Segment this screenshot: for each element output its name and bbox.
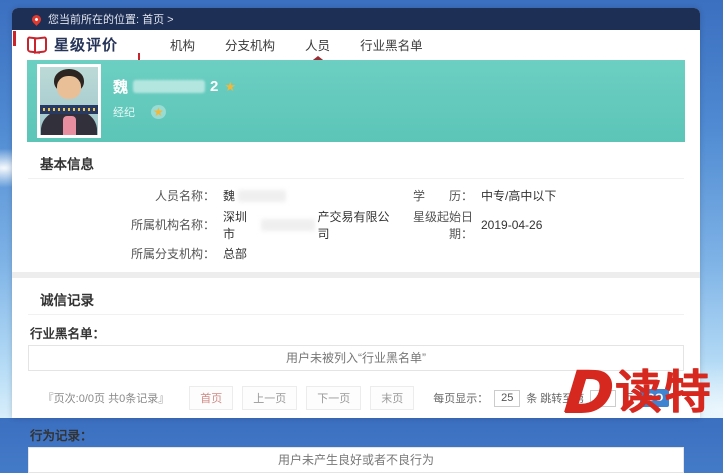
basic-info-title: 基本信息 <box>28 149 684 179</box>
person-name-label: 人员名称： <box>28 187 215 204</box>
first-page-button[interactable]: 首页 <box>189 386 233 410</box>
behavior-empty-box: 用户未产生良好或者不良行为 <box>28 447 684 473</box>
behavior-empty-text: 用户未产生良好或者不良行为 <box>278 453 434 467</box>
page-summary: 『页次:0/0页 共0条记录』 <box>43 390 170 406</box>
integrity-title: 诚信记录 <box>28 285 684 315</box>
education-value: 中专/高中以下 <box>481 187 556 204</box>
profile-banner: 魏 2 ★ 经纪 ★ <box>27 60 685 142</box>
branch-value: 总部 <box>223 245 401 262</box>
tab-personnel[interactable]: 人员 <box>303 29 332 60</box>
redaction-blur <box>261 219 316 231</box>
breadcrumb: 您当前所在的位置: 首页 > <box>48 11 174 27</box>
star-icon: ★ <box>224 79 236 95</box>
pagination: 『页次:0/0页 共0条记录』 首页 上一页 下一页 末页 每页显示： 条 跳转… <box>28 387 684 409</box>
brand-label: 星级评价 <box>54 34 118 55</box>
redaction-blur <box>133 80 205 93</box>
person-name-value: 魏 <box>223 187 401 204</box>
location-pin-icon <box>30 13 43 26</box>
redaction-blur <box>238 190 286 202</box>
integrity-section: 诚信记录 行业黑名单： 用户未被列入“行业黑名单” 『页次:0/0页 共0条记录… <box>12 285 700 473</box>
tab-branch-institution[interactable]: 分支机构 <box>223 29 277 60</box>
tab-institution[interactable]: 机构 <box>168 29 197 60</box>
star-date-label: 星级起始日期： <box>401 208 473 242</box>
profile-name: 魏 2 ★ <box>113 76 236 97</box>
main-panel: 您当前所在的位置: 首页 > 星级评价 机构 分支机构 人员 行业黑名单 魏 2 <box>12 8 700 418</box>
org-name-value: 深圳市 产交易有限公司 <box>223 208 401 242</box>
blacklist-empty-box: 用户未被列入“行业黑名单” <box>28 345 684 371</box>
go-button[interactable]: GO <box>640 389 669 407</box>
per-page-unit: 条 <box>526 390 537 406</box>
per-page-label: 每页显示： <box>433 390 488 406</box>
open-book-icon <box>27 37 47 51</box>
tab-industry-blacklist[interactable]: 行业黑名单 <box>358 29 425 60</box>
basic-info-row: 所属分支机构： 总部 <box>28 239 684 268</box>
blacklist-label: 行业黑名单： <box>30 323 684 342</box>
org-name-label: 所属机构名称： <box>28 216 215 233</box>
section-divider <box>12 272 700 278</box>
brand-star-rating[interactable]: 星级评价 <box>27 34 132 55</box>
star-date-value: 2019-04-26 <box>481 218 542 232</box>
basic-info-row: 人员名称： 魏 学 历： 中专/高中以下 <box>28 181 684 210</box>
branch-label: 所属分支机构： <box>28 245 215 262</box>
blacklist-empty-text: 用户未被列入“行业黑名单” <box>286 351 426 365</box>
jump-label: 跳转至第 <box>540 390 584 406</box>
profile-role-label: 经纪 <box>113 104 135 120</box>
basic-info-section: 基本信息 人员名称： 魏 学 历： 中专/高中以下 所属机构名称： 深圳市 产交… <box>12 149 700 268</box>
profile-photo-illustration <box>40 67 98 135</box>
education-label: 学 历： <box>401 187 473 204</box>
jump-page-input[interactable] <box>590 390 616 407</box>
basic-info-row: 所属机构名称： 深圳市 产交易有限公司 星级起始日期： 2019-04-26 <box>28 210 684 239</box>
per-page-input[interactable] <box>494 390 520 407</box>
tab-list: 机构 分支机构 人员 行业黑名单 <box>168 30 425 58</box>
next-page-button[interactable]: 下一页 <box>306 386 361 410</box>
red-bracket-top-left <box>13 31 16 46</box>
last-page-button[interactable]: 末页 <box>370 386 414 410</box>
profile-name-suffix: 2 <box>210 78 218 95</box>
profile-info: 魏 2 ★ 经纪 ★ <box>113 76 236 120</box>
tab-bar: 星级评价 机构 分支机构 人员 行业黑名单 <box>12 30 700 58</box>
prev-page-button[interactable]: 上一页 <box>242 386 297 410</box>
jump-unit: 页 <box>622 390 633 406</box>
role-star-badge-icon: ★ <box>151 105 166 119</box>
behavior-label: 行为记录： <box>30 425 684 444</box>
profile-name-prefix: 魏 <box>113 76 128 97</box>
profile-role: 经纪 ★ <box>113 104 236 120</box>
profile-photo <box>37 64 101 138</box>
basic-info-grid: 人员名称： 魏 学 历： 中专/高中以下 所属机构名称： 深圳市 产交易有限公司… <box>28 179 684 268</box>
breadcrumb-bar: 您当前所在的位置: 首页 > <box>12 8 700 30</box>
